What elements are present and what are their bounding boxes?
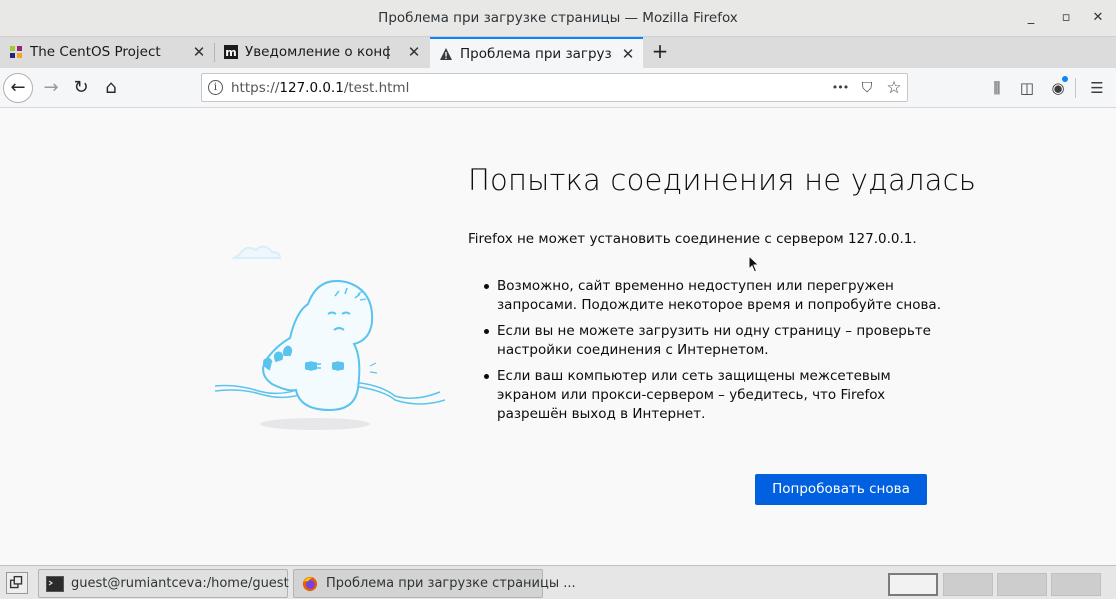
firefox-icon xyxy=(302,576,318,592)
sidebar-icon[interactable]: ◫ xyxy=(1017,78,1037,98)
reload-button[interactable]: ↻ xyxy=(66,73,96,103)
tab-close-icon[interactable]: ✕ xyxy=(621,45,635,63)
tab-close-icon[interactable]: ✕ xyxy=(407,43,421,61)
menu-icon[interactable]: ☰ xyxy=(1087,78,1107,98)
tab-notice[interactable]: m Уведомление о конфиде ✕ xyxy=(215,37,429,68)
workspace-3[interactable] xyxy=(997,573,1047,596)
minimize-button[interactable]: _ xyxy=(1022,9,1040,27)
error-page: Попытка соединения не удалась Firefox не… xyxy=(0,109,1116,565)
workspace-1[interactable] xyxy=(888,573,938,596)
tab-error-active[interactable]: Проблема при загрузке с ✕ xyxy=(430,37,643,68)
bookmark-star-icon[interactable]: ☆ xyxy=(884,78,904,98)
url-path: /test.html xyxy=(343,80,410,96)
try-again-button[interactable]: Попробовать снова xyxy=(755,474,927,505)
tab-label: Проблема при загрузке с xyxy=(460,46,613,62)
workspace-2[interactable] xyxy=(943,573,993,596)
close-window-button[interactable]: ✕ xyxy=(1089,9,1107,27)
list-item: Возможно, сайт временно недоступен или п… xyxy=(482,277,942,315)
svg-text:m: m xyxy=(225,46,236,59)
url-bar[interactable]: i https://127.0.0.1/test.html ••• ⛉ ☆ xyxy=(201,73,908,102)
list-item: Если вы не можете загрузить ни одну стра… xyxy=(482,322,942,360)
tab-bar: The CentOS Project ✕ m Уведомление о кон… xyxy=(0,37,1116,68)
home-button[interactable]: ⌂ xyxy=(96,73,126,103)
window-titlebar: Проблема при загрузке страницы — Mozilla… xyxy=(0,0,1116,37)
show-desktop-button[interactable] xyxy=(6,572,28,594)
error-suggestions-list: Возможно, сайт временно недоступен или п… xyxy=(482,277,942,431)
window-list-icon xyxy=(9,575,23,589)
disconnected-dino-illustration-icon xyxy=(214,245,445,430)
error-title: Попытка соединения не удалась xyxy=(468,163,977,197)
mouse-cursor-icon xyxy=(748,255,760,273)
taskbar-item-label: guest@rumiantceva:/home/guest xyxy=(71,576,289,591)
taskbar-item-firefox[interactable]: Проблема при загрузке страницы ... xyxy=(293,569,576,598)
forward-button[interactable]: → xyxy=(36,73,66,103)
centos-favicon-icon xyxy=(10,46,22,58)
window-title: Проблема при загрузке страницы — Mozilla… xyxy=(378,10,738,26)
taskbar-item-label: Проблема при загрузке страницы ... xyxy=(326,576,576,591)
page-actions-icon[interactable]: ••• xyxy=(830,78,850,98)
tab-label: The CentOS Project xyxy=(30,44,161,60)
library-icon[interactable]: ⫼ xyxy=(987,78,1007,98)
maximize-button[interactable]: ▫ xyxy=(1057,9,1075,27)
system-taskbar: guest@rumiantceva:/home/guest Проблема п… xyxy=(0,565,1116,599)
warning-icon xyxy=(440,48,452,60)
toolbar-separator xyxy=(1075,78,1076,98)
pocket-icon[interactable]: ⛉ xyxy=(857,78,877,98)
url-scheme: https:// xyxy=(231,80,280,96)
tab-label: Уведомление о конфиде xyxy=(245,44,390,60)
workspace-4[interactable] xyxy=(1051,573,1101,596)
url-host: 127.0.0.1 xyxy=(279,80,344,96)
list-item: Если ваш компьютер или сеть защищены меж… xyxy=(482,367,942,424)
navigation-toolbar: ← → ↻ ⌂ i https://127.0.0.1/test.html ••… xyxy=(0,68,1116,108)
m-favicon-icon: m xyxy=(224,45,238,59)
url-text[interactable]: https://127.0.0.1/test.html xyxy=(231,80,409,96)
new-tab-button[interactable]: + xyxy=(648,40,672,64)
tab-close-icon[interactable]: ✕ xyxy=(192,43,206,61)
taskbar-item-terminal[interactable]: guest@rumiantceva:/home/guest xyxy=(38,569,289,598)
error-description: Firefox не может установить соединение с… xyxy=(468,231,917,247)
tab-centos[interactable]: The CentOS Project ✕ xyxy=(0,37,214,68)
back-button[interactable]: ← xyxy=(3,73,33,103)
account-badge xyxy=(1062,76,1068,82)
site-info-icon[interactable]: i xyxy=(208,80,223,95)
terminal-icon xyxy=(46,576,64,592)
